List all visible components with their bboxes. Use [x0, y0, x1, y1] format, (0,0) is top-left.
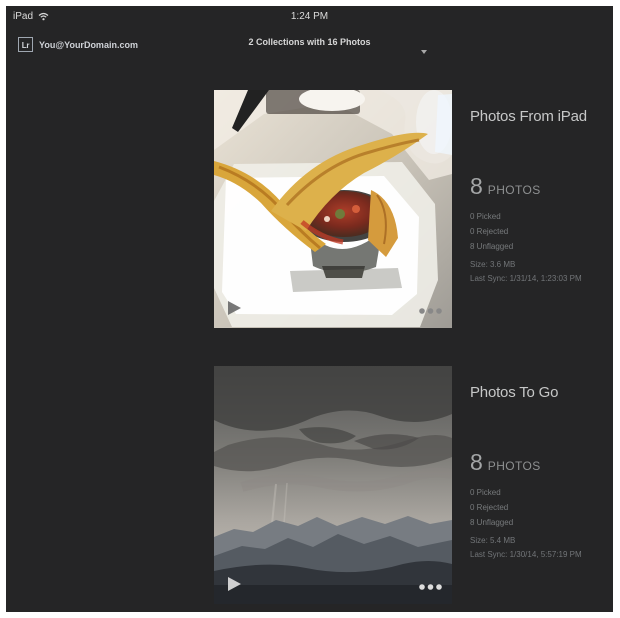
picked-count: 0 Picked: [470, 212, 501, 221]
food-photo[interactable]: [214, 90, 452, 328]
collections-summary-button[interactable]: 2 Collections with 16 Photos: [6, 37, 613, 47]
photo-count-label: PHOTOS: [487, 183, 541, 197]
play-icon[interactable]: [224, 574, 244, 594]
collection-title: Photos From iPad: [470, 108, 587, 125]
photo-count: 8 PHOTOS: [470, 451, 541, 474]
collection-size: Size: 3.6 MB: [470, 260, 516, 269]
flag-stats: 0 Picked 0 Rejected 8 Unflagged: [470, 209, 513, 254]
last-sync: Last Sync: 1/31/14, 1:23:03 PM: [470, 274, 582, 283]
unflagged-count: 8 Unflagged: [470, 518, 514, 527]
sync-info: Size: 5.4 MB Last Sync: 1/30/14, 5:57:19…: [470, 534, 582, 562]
photo-count-label: PHOTOS: [487, 459, 541, 473]
photo-count-number: 8: [470, 449, 483, 475]
picked-count: 0 Picked: [470, 488, 501, 497]
flag-stats: 0 Picked 0 Rejected 8 Unflagged: [470, 485, 513, 530]
more-icon[interactable]: [418, 581, 443, 593]
status-time: 1:24 PM: [290, 11, 329, 22]
chevron-down-icon[interactable]: [421, 50, 427, 54]
collection-size: Size: 5.4 MB: [470, 536, 516, 545]
rejected-count: 0 Rejected: [470, 227, 509, 236]
collection-title: Photos To Go: [470, 384, 559, 401]
collection-card-photos-to-go[interactable]: Photos To Go 8 PHOTOS 0 Picked 0 Rejecte…: [214, 366, 604, 604]
app-header: Lr You@YourDomain.com 2 Collections with…: [6, 33, 613, 63]
mountain-landscape-photo[interactable]: [214, 366, 452, 604]
play-icon[interactable]: [224, 298, 244, 318]
last-sync: Last Sync: 1/30/14, 5:57:19 PM: [470, 550, 582, 559]
unflagged-count: 8 Unflagged: [470, 242, 514, 251]
rejected-count: 0 Rejected: [470, 503, 509, 512]
photo-count: 8 PHOTOS: [470, 175, 541, 198]
sync-info: Size: 3.6 MB Last Sync: 1/31/14, 1:23:03…: [470, 258, 582, 286]
more-icon[interactable]: [418, 305, 443, 317]
photo-count-number: 8: [470, 173, 483, 199]
ipad-screen: iPad 1:24 PM Lr You@YourDomain.com 2 Col…: [6, 6, 613, 612]
status-bar: iPad 1:24 PM: [6, 6, 613, 28]
collection-card-photos-from-ipad[interactable]: Photos From iPad 8 PHOTOS 0 Picked 0 Rej…: [214, 90, 604, 328]
